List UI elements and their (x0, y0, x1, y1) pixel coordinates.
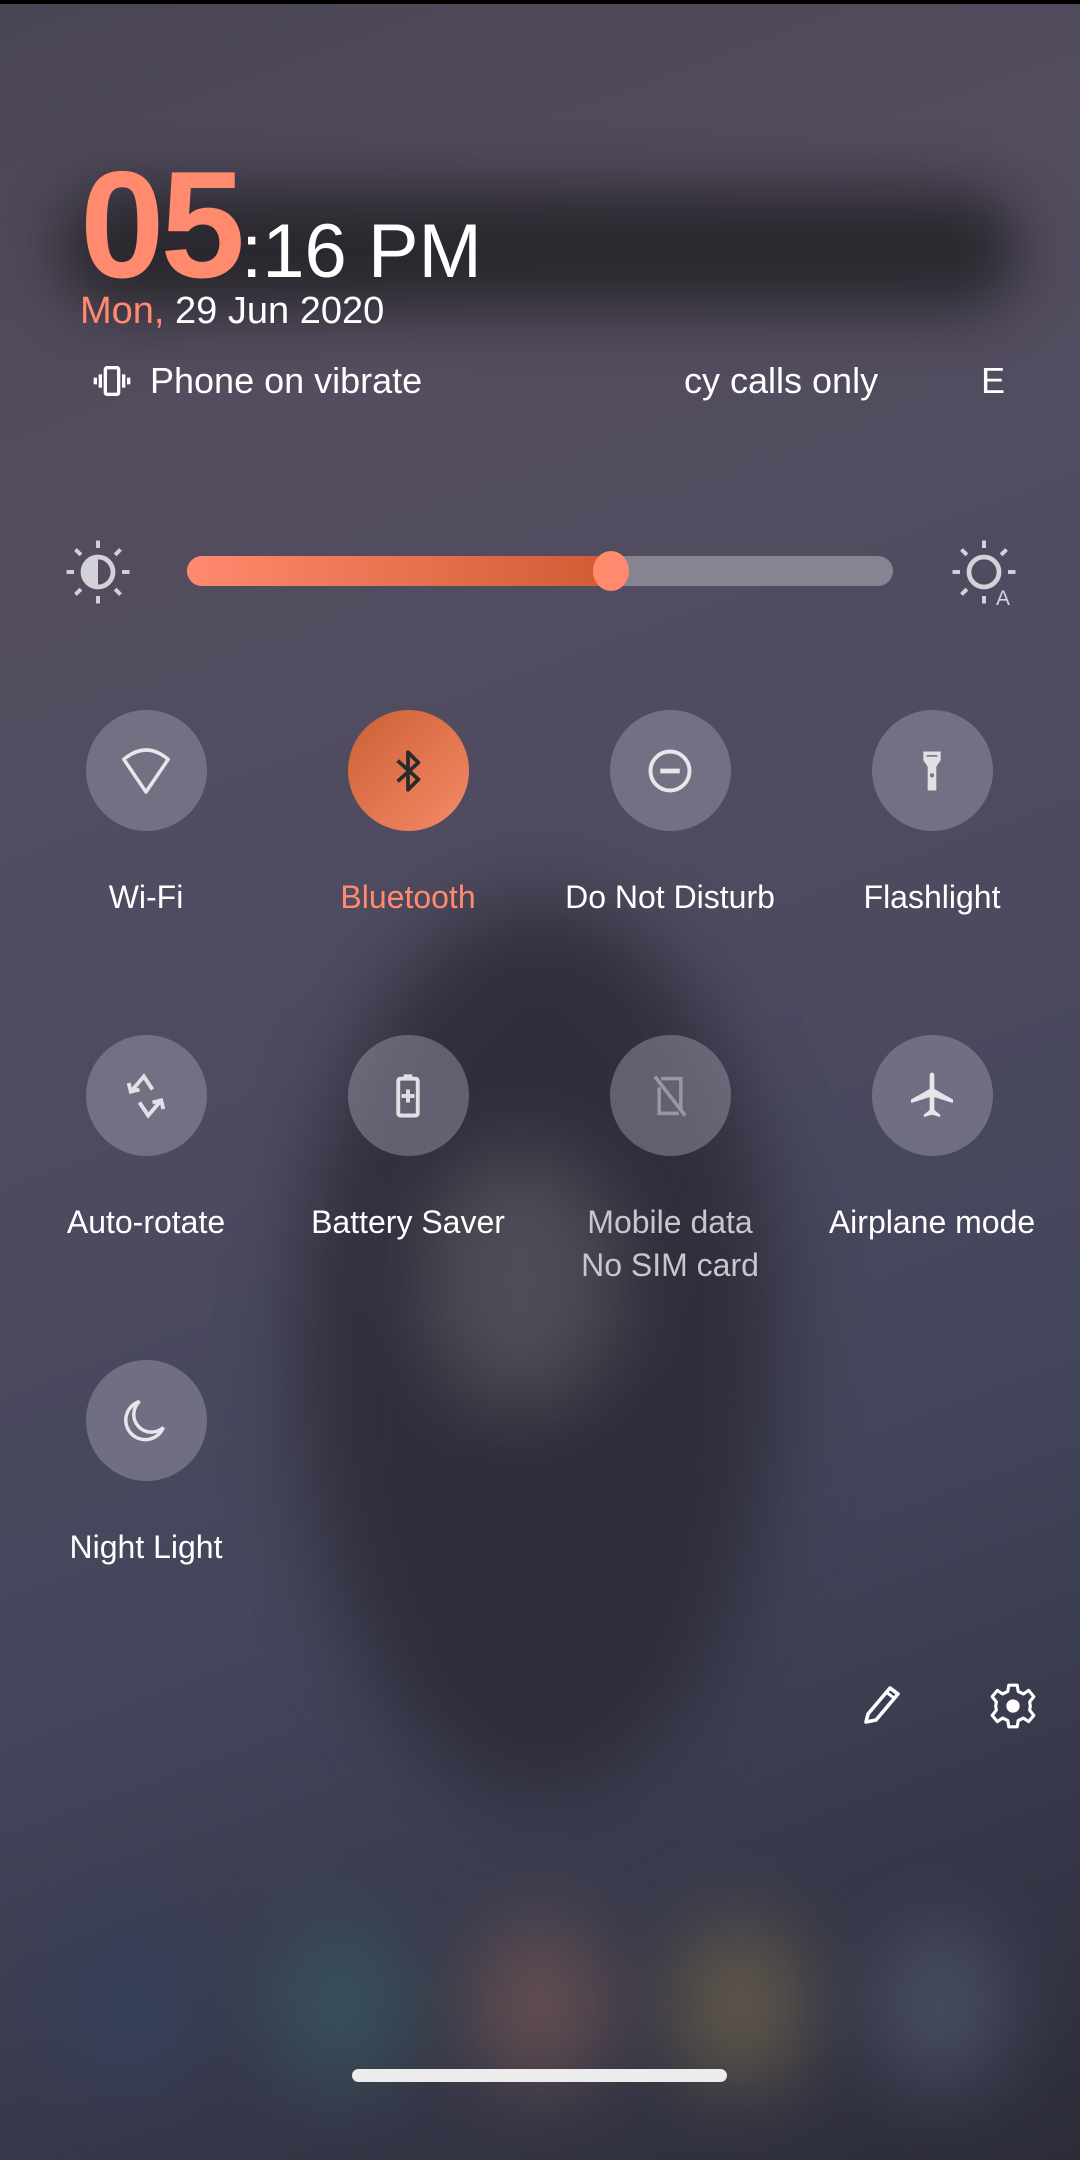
tile-auto-rotate-button[interactable] (85, 1035, 207, 1156)
tile-mobile-data[interactable]: Mobile data No SIM card (539, 1035, 801, 1284)
wifi-icon (122, 747, 170, 794)
tile-battery-saver[interactable]: Battery Saver (277, 1035, 539, 1241)
dock-app-blur (470, 1920, 610, 2090)
vibrate-text: Phone on vibrate (150, 360, 423, 401)
date-weekday: Mon, (80, 290, 165, 332)
clock-minutes: :16 PM (241, 209, 482, 294)
vibrate-status[interactable]: Phone on vibrate (92, 360, 422, 402)
tile-dnd-button[interactable] (609, 710, 731, 831)
dnd-status[interactable]: cy calls only (684, 360, 878, 402)
tile-mobile-data-label: Mobile data (587, 1204, 753, 1240)
auto-rotate-icon (126, 1072, 166, 1119)
tile-airplane-mode[interactable]: Airplane mode (801, 1035, 1063, 1241)
tile-auto-rotate[interactable]: Auto-rotate (15, 1035, 277, 1241)
edit-button[interactable] (852, 1676, 912, 1736)
dock-app-blur (870, 1920, 1010, 2090)
tile-bluetooth-button[interactable] (347, 710, 469, 831)
brightness-auto-icon[interactable]: A (948, 536, 1020, 608)
dock-app-blur (270, 1920, 410, 2090)
bluetooth-icon (396, 749, 421, 792)
tile-dnd-label: Do Not Disturb (565, 879, 775, 915)
flashlight-icon (923, 751, 941, 790)
dock-app-blur (670, 1920, 810, 2090)
tile-mobile-data-button[interactable] (609, 1035, 731, 1156)
tile-bluetooth-label: Bluetooth (340, 879, 476, 915)
tile-night-light[interactable]: Night Light (15, 1360, 277, 1566)
dock-app-blur (60, 1920, 200, 2090)
do-not-disturb-icon (648, 749, 692, 792)
top-edge (0, 0, 1080, 4)
date-rest: 29 Jun 2020 (164, 290, 385, 332)
tile-wifi[interactable]: Wi-Fi (15, 710, 277, 916)
status-cut-item[interactable]: E (981, 360, 1005, 402)
pencil-icon (864, 1686, 900, 1724)
no-sim-icon (653, 1074, 687, 1117)
gear-icon (990, 1683, 1036, 1729)
clock[interactable]: 05:16 PM (80, 138, 482, 313)
tile-bluetooth[interactable]: Bluetooth (277, 710, 539, 916)
clock-hour: 05 (80, 140, 245, 310)
status-row: Phone on vibrate cy calls only E (0, 360, 1080, 416)
dnd-status-text: cy calls only (684, 360, 879, 401)
battery-saver-icon (396, 1073, 420, 1117)
settings-button[interactable] (983, 1676, 1043, 1736)
tile-mobile-data-sublabel: No SIM card (581, 1247, 759, 1283)
home-gesture-bar[interactable] (352, 2069, 727, 2082)
tile-night-light-button[interactable] (85, 1360, 207, 1481)
tile-airplane-mode-button[interactable] (871, 1035, 993, 1156)
svg-text:A: A (996, 587, 1010, 608)
status-cut-text: E (981, 360, 1006, 401)
moon-icon (124, 1399, 165, 1441)
tile-auto-rotate-label: Auto-rotate (66, 1204, 226, 1240)
brightness-slider-thumb[interactable] (592, 551, 629, 591)
tile-night-light-label: Night Light (69, 1529, 223, 1565)
tile-flashlight-button[interactable] (871, 710, 993, 831)
brightness-slider[interactable] (187, 551, 893, 591)
tile-do-not-disturb[interactable]: Do Not Disturb (539, 710, 801, 916)
brightness-low-icon[interactable] (62, 536, 134, 608)
tile-battery-saver-button[interactable] (347, 1035, 469, 1156)
airplane-icon (911, 1072, 953, 1117)
tile-battery-saver-label: Battery Saver (311, 1204, 505, 1240)
tile-wifi-button[interactable] (85, 710, 207, 831)
tile-wifi-label: Wi-Fi (108, 879, 184, 915)
tile-flashlight[interactable]: Flashlight (801, 710, 1063, 916)
brightness-slider-fill (187, 556, 611, 586)
date[interactable]: Mon, 29 Jun 2020 (80, 290, 384, 333)
tile-flashlight-label: Flashlight (863, 879, 1001, 915)
tile-airplane-mode-label: Airplane mode (828, 1204, 1036, 1240)
vibrate-icon (93, 366, 131, 396)
